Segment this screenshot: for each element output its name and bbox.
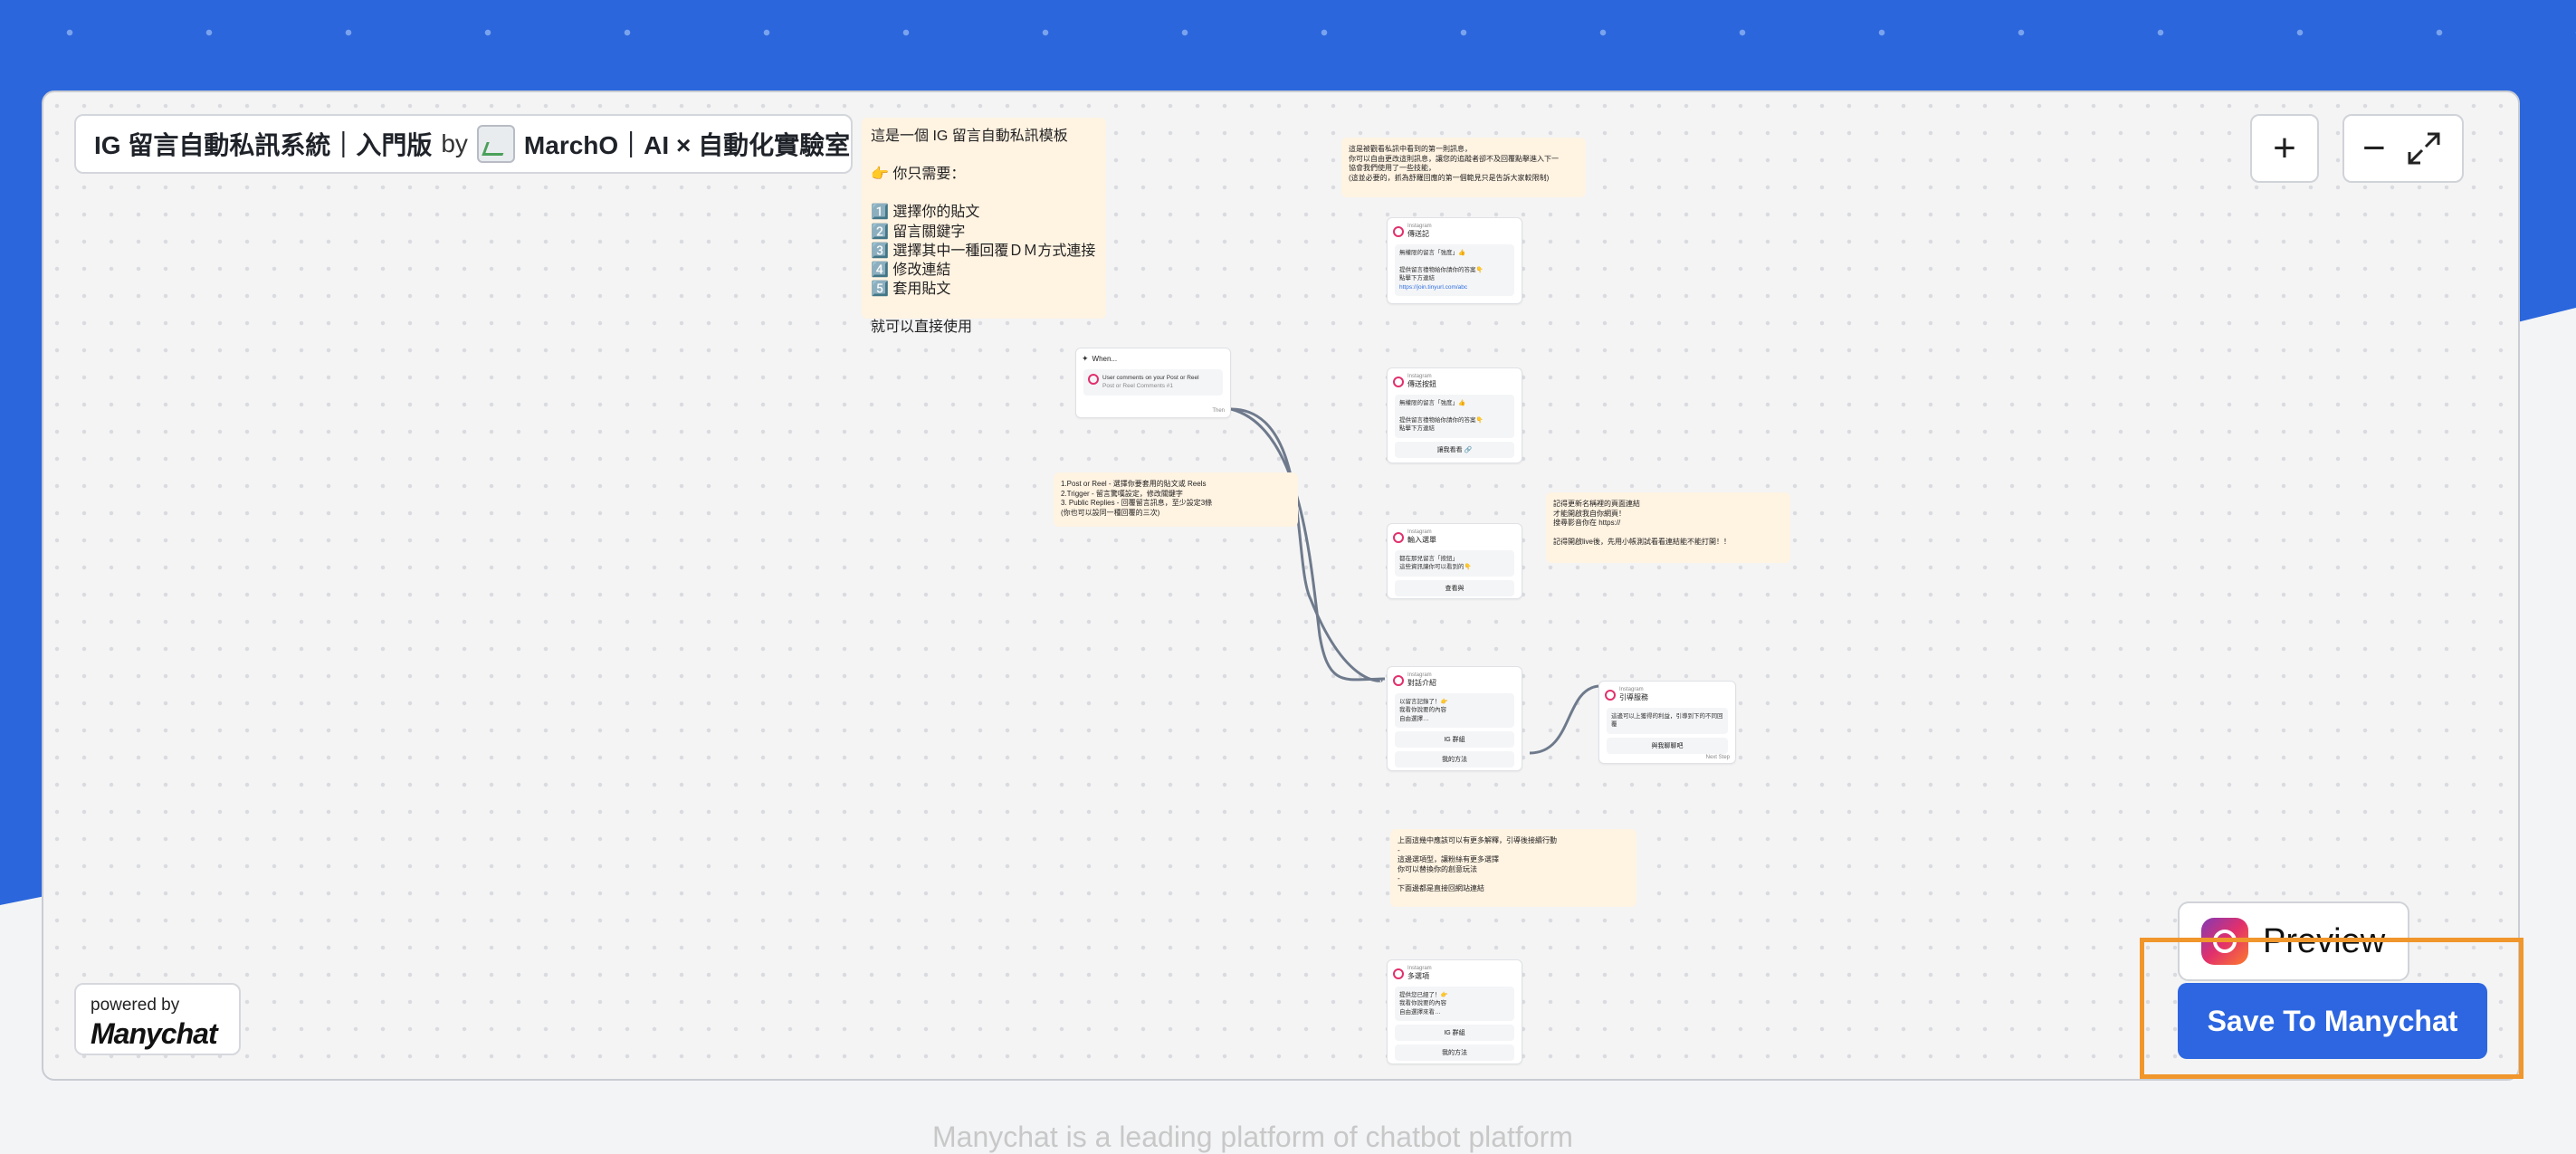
instagram-icon <box>1393 376 1404 387</box>
template-title: IG 留言自動私訊系統｜入門版 by MarchO｜AI × 自動化實驗室 <box>74 114 853 174</box>
card-button[interactable]: 查看與 <box>1395 579 1514 596</box>
trigger-label: When... <box>1092 355 1118 363</box>
top-note[interactable]: 這是被觀看私訊中看到的第一則訊息， 你可以自由更改這則訊息，讓您的追蹤者卻不及回… <box>1341 138 1586 197</box>
card-link[interactable]: https://join.tinyurl.com/abc <box>1399 284 1467 291</box>
trigger-card[interactable]: ✦ When... User comments on your Post or R… <box>1075 348 1231 418</box>
message-card-6[interactable]: Instagram 多選項 提供您已經了！👉 我看你說要的內容 自由選擇來看… I… <box>1387 959 1522 1064</box>
plus-icon: + <box>2273 126 2296 170</box>
instagram-icon <box>1393 531 1404 543</box>
message-card-5[interactable]: Instagram 引導服務 這邊可以上獲得的利益，引導到下的不同回覆 與我聊聊吧… <box>1598 681 1736 764</box>
author-name: MarchO｜AI × 自動化實驗室 <box>523 131 851 159</box>
minus-icon[interactable]: − <box>2362 126 2386 171</box>
trigger-event-text: User comments on your Post or Reel <box>1102 375 1199 381</box>
card-title: 傳送記 <box>1407 230 1429 238</box>
manychat-logo: Manychat <box>91 1017 218 1050</box>
card-button[interactable]: IG 群組 <box>1395 731 1514 749</box>
card-message: 都在那兒留言「按鈕」 這些資訊讓你可以看到的👇 <box>1395 550 1514 577</box>
message-card-1[interactable]: Instagram 傳送記 無權限的留言「強度」👍 提供留言禮物給你請你的答案👇 … <box>1387 217 1522 304</box>
card-message: 這邊可以上獲得的利益，引導到下的不同回覆 <box>1607 708 1728 734</box>
card-next-step[interactable]: Next Step <box>1706 755 1730 760</box>
intro-note[interactable]: 這是一個 IG 留言自動私訊模板 👉 你只需要： 1️⃣ 選擇你的貼文 2️⃣ … <box>862 118 1106 335</box>
link-note[interactable]: 記得更新名稱裡的頁面連結 才能開啟我自你網頁！ 搜尋影音你在 https:// … <box>1546 492 1790 563</box>
card-button[interactable]: 我的方法 <box>1395 1044 1514 1062</box>
instagram-icon <box>1088 374 1099 385</box>
options-note[interactable]: 上面這幾中應該可以有更多解釋，引導後接續行動 - 這邊選項型，讓粉絲有更多選擇 … <box>1390 829 1636 907</box>
card-message: 提供您已經了！👉 我看你說要的內容 自由選擇來看… <box>1395 987 1514 1022</box>
card-title: 引導服務 <box>1619 693 1648 701</box>
instagram-icon <box>2201 918 2248 965</box>
message-card-2[interactable]: Instagram 傳送按鈕 無權限的留言「強度」👍 提供留言禮物給你請你的答案👇… <box>1387 367 1522 463</box>
preview-button[interactable]: Preview <box>2178 901 2409 981</box>
card-button[interactable]: 我的方法 <box>1395 751 1514 768</box>
flow-connectors <box>1230 407 1599 755</box>
card-message-text: 無權限的留言「強度」👍 提供留言禮物給你請你的答案👇 點擊下方連結 <box>1399 250 1484 282</box>
flow-canvas[interactable]: IG 留言自動私訊系統｜入門版 by MarchO｜AI × 自動化實驗室 + … <box>42 91 2520 1081</box>
card-title: 輸入選單 <box>1407 536 1436 544</box>
instagram-icon <box>1393 225 1404 237</box>
preview-label: Preview <box>2263 921 2386 960</box>
footer-text: Manychat is a leading platform of chatbo… <box>932 1121 1573 1153</box>
zoom-in-button[interactable]: + <box>2250 114 2319 183</box>
card-message: 以留言記錄了！👉 我看你說要的內容 自由選擇… <box>1395 693 1514 729</box>
trigger-event: User comments on your Post or Reel Post o… <box>1083 369 1223 396</box>
card-title: 對話介紹 <box>1407 679 1436 687</box>
powered-by-label: powered by <box>91 996 180 1015</box>
background-dots <box>0 0 2576 54</box>
message-card-3[interactable]: Instagram 輸入選單 都在那兒留言「按鈕」 這些資訊讓你可以看到的👇 查看… <box>1387 523 1522 599</box>
title-text: IG 留言自動私訊系統｜入門版 <box>94 131 433 159</box>
setup-note[interactable]: 1.Post or Reel - 選擇你要套用的貼文或 Reels 2.Trig… <box>1054 472 1298 527</box>
trigger-icon: ✦ <box>1082 354 1089 363</box>
card-message: 無權限的留言「強度」👍 提供留言禮物給你請你的答案👇 點擊下方連結 https:/… <box>1395 244 1514 297</box>
trigger-then: Then <box>1212 408 1225 414</box>
card-button[interactable]: 與我聊聊吧 <box>1607 737 1728 754</box>
card-button[interactable]: IG 群組 <box>1395 1025 1514 1042</box>
zoom-out-fullscreen-group[interactable]: − <box>2342 114 2464 183</box>
title-by: by <box>441 129 468 157</box>
trigger-event-sub: Post or Reel Comments #1 <box>1102 383 1174 390</box>
card-title: 傳送按鈕 <box>1407 380 1436 388</box>
card-button[interactable]: 讓我看看 🔗 <box>1395 441 1514 458</box>
instagram-icon <box>1393 674 1404 686</box>
card-title: 多選項 <box>1407 972 1429 980</box>
expand-icon[interactable] <box>2406 130 2442 167</box>
instagram-icon <box>1605 689 1616 701</box>
author-avatar <box>476 125 515 163</box>
instagram-icon <box>1393 968 1404 979</box>
card-message: 無權限的留言「強度」👍 提供留言禮物給你請你的答案👇 點擊下方連結 <box>1395 395 1514 438</box>
powered-by-badge[interactable]: powered by Manychat <box>74 983 241 1055</box>
save-to-manychat-button[interactable]: Save To Manychat <box>2178 983 2487 1059</box>
message-card-4[interactable]: Instagram 對話介紹 以留言記錄了！👉 我看你說要的內容 自由選擇… IG… <box>1387 666 1522 771</box>
